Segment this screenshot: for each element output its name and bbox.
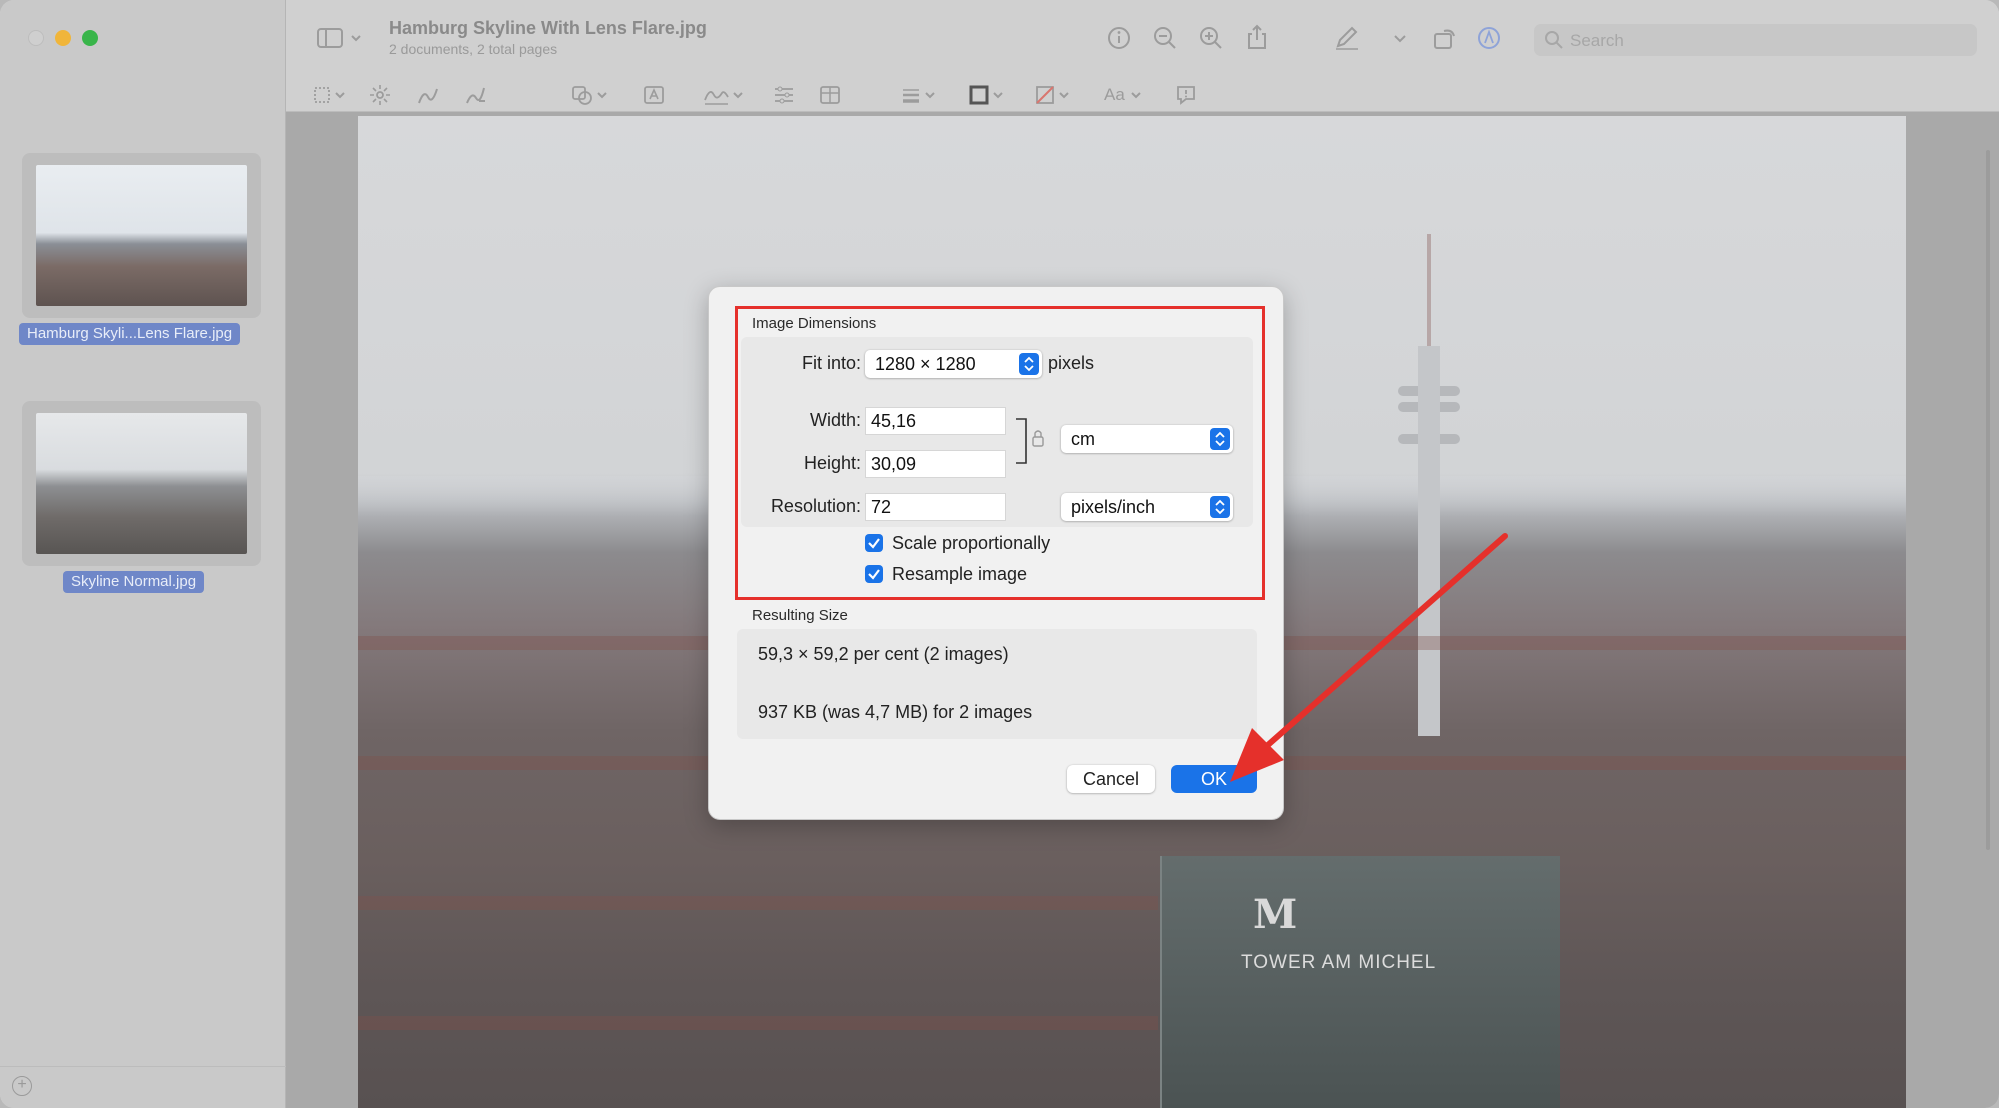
text-box-icon[interactable] [642, 83, 666, 107]
close-window-button[interactable] [28, 30, 44, 46]
scale-proportionally-label: Scale proportionally [892, 533, 1051, 553]
resample-image-label: Resample image [892, 564, 1028, 584]
sidebar-item-label[interactable]: Skyline Normal.jpg [63, 571, 205, 593]
size-unit-select[interactable]: cm [1061, 425, 1233, 453]
draw-icon[interactable] [464, 83, 488, 107]
zoom-window-button[interactable] [82, 30, 98, 46]
sidebar-item-label[interactable]: Hamburg Skyli...Lens Flare.jpg [19, 323, 241, 345]
tv-tower-antenna [1427, 234, 1431, 354]
search-placeholder: Search [1570, 31, 1624, 50]
fill-color-icon[interactable] [1034, 83, 1074, 107]
result-percent: 59,3 × 59,2 per cent (2 images) [758, 644, 1009, 664]
document-subtitle: 2 documents, 2 total pages [389, 41, 558, 57]
sidebar-item-skyline-normal[interactable] [22, 401, 261, 566]
markup-pen-icon[interactable] [1334, 26, 1360, 50]
thumbnail-image [36, 413, 247, 554]
shapes-icon[interactable] [570, 83, 610, 107]
chevron-down-icon[interactable] [1392, 26, 1408, 50]
note-icon[interactable] [1174, 83, 1198, 107]
vertical-scrollbar[interactable] [1986, 150, 1990, 850]
info-icon[interactable] [1106, 26, 1132, 50]
divider [0, 1066, 286, 1067]
fit-into-select[interactable]: 1280 × 1280 [865, 350, 1042, 378]
image-dimensions-title: Image Dimensions [752, 315, 877, 332]
toolbar: Hamburg Skyline With Lens Flare.jpg 2 do… [286, 0, 1999, 112]
height-label: Height: [803, 453, 861, 473]
sidebar-icon[interactable] [316, 26, 366, 50]
fit-into-value: 1280 × 1280 [875, 354, 976, 374]
tv-tower [1418, 346, 1440, 736]
up-down-arrows-icon [1210, 428, 1230, 450]
minimize-window-button[interactable] [55, 30, 71, 46]
text-style-icon[interactable]: Aa [1104, 83, 1148, 107]
markup-circle-icon[interactable] [1476, 26, 1502, 50]
shape-style-icon[interactable] [900, 83, 940, 107]
text-style-label: Aa [1104, 85, 1125, 104]
resolution-label: Resolution: [770, 496, 861, 516]
size-unit-value: cm [1071, 429, 1095, 449]
preview-window: Hamburg Skyli...Lens Flare.jpg Skyline N… [0, 0, 1999, 1108]
sidebar-item-hamburg-lens-flare[interactable] [22, 153, 261, 318]
instant-alpha-icon[interactable] [368, 83, 392, 107]
fit-into-label: Fit into: [801, 353, 861, 373]
up-down-arrows-icon [1210, 496, 1230, 518]
resolution-unit-select[interactable]: pixels/inch [1061, 493, 1233, 521]
width-input[interactable]: 45,16 [865, 407, 1006, 435]
resulting-size-title: Resulting Size [752, 607, 848, 624]
sidebar: Hamburg Skyli...Lens Flare.jpg Skyline N… [0, 0, 286, 1108]
width-label: Width: [809, 410, 861, 430]
checkmark-icon [868, 569, 880, 580]
building-logo: M [1253, 891, 1298, 938]
ok-button[interactable]: OK [1171, 765, 1257, 793]
checkmark-icon [868, 538, 880, 549]
up-down-arrows-icon [1019, 353, 1039, 375]
office-building [1160, 856, 1560, 1108]
rooftops [358, 1016, 1158, 1030]
scale-proportionally-checkbox[interactable] [865, 534, 883, 552]
rooftops [358, 896, 1158, 910]
border-color-icon[interactable] [968, 83, 1008, 107]
rect-selection-icon[interactable] [312, 83, 352, 107]
adjust-size-dialog: Image Dimensions Fit into: 1280 × 1280 p… [708, 286, 1284, 820]
sketch-icon[interactable] [416, 83, 440, 107]
result-file-size: 937 KB (was 4,7 MB) for 2 images [758, 702, 1033, 722]
share-icon[interactable] [1244, 24, 1270, 49]
height-input[interactable]: 30,09 [865, 450, 1006, 478]
resample-image-checkbox[interactable] [865, 565, 883, 583]
add-page-icon[interactable]: + [12, 1076, 32, 1096]
zoom-in-icon[interactable] [1198, 26, 1224, 50]
zoom-out-icon[interactable] [1152, 26, 1178, 50]
thumbnail-image [36, 165, 247, 306]
search-input[interactable]: Search [1534, 24, 1977, 56]
sign-icon[interactable] [702, 83, 746, 107]
adjust-color-icon[interactable] [772, 83, 796, 107]
document-title: Hamburg Skyline With Lens Flare.jpg [389, 18, 707, 38]
fit-into-unit: pixels [1048, 353, 1095, 373]
resolution-input[interactable]: 72 [865, 493, 1006, 521]
rotate-icon[interactable] [1432, 26, 1458, 50]
aspect-lock-icon[interactable] [1014, 417, 1048, 465]
search-icon [1545, 31, 1563, 49]
building-sign: TOWER AM MICHEL [1241, 952, 1437, 973]
cancel-button[interactable]: Cancel [1067, 765, 1155, 793]
adjust-size-icon[interactable] [818, 83, 842, 107]
resolution-unit-value: pixels/inch [1071, 497, 1156, 517]
